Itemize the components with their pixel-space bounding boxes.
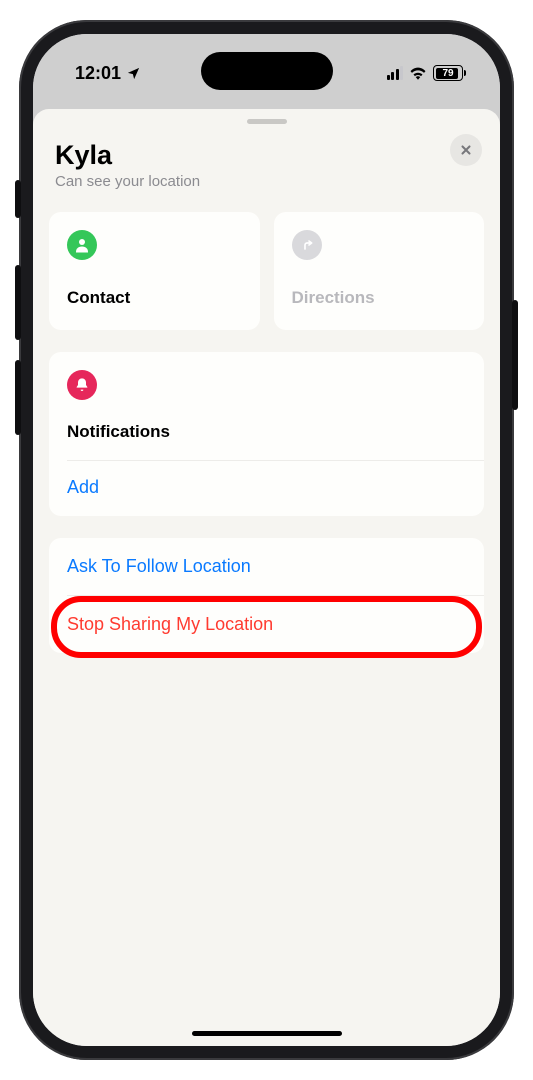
directions-card: Directions — [274, 212, 485, 330]
battery-indicator: 79 — [433, 65, 466, 81]
home-indicator[interactable] — [192, 1031, 342, 1036]
notifications-card: Notifications Add — [49, 352, 484, 516]
ask-follow-location-button[interactable]: Ask To Follow Location — [67, 538, 466, 595]
add-notification-button[interactable]: Add — [67, 461, 466, 516]
iphone-frame: 12:01 79 Kyla — [19, 20, 514, 1060]
power-button[interactable] — [512, 300, 518, 410]
wifi-icon — [409, 66, 427, 80]
bell-icon — [67, 370, 97, 400]
volume-down-button[interactable] — [15, 360, 21, 435]
directions-icon — [292, 230, 322, 260]
person-sheet: Kyla Can see your location Contact — [33, 109, 500, 1046]
directions-label: Directions — [292, 288, 467, 308]
card-row: Contact Directions — [49, 212, 484, 330]
contact-card[interactable]: Contact — [49, 212, 260, 330]
screen: 12:01 79 Kyla — [33, 34, 500, 1046]
person-name: Kyla — [55, 140, 478, 171]
battery-percentage: 79 — [442, 68, 453, 79]
silence-switch[interactable] — [15, 180, 21, 218]
location-status: Can see your location — [55, 173, 478, 190]
stop-sharing-location-button[interactable]: Stop Sharing My Location — [67, 596, 466, 653]
notifications-label: Notifications — [67, 422, 466, 460]
status-time: 12:01 — [75, 63, 121, 84]
close-button[interactable] — [450, 134, 482, 166]
person-icon — [67, 230, 97, 260]
sheet-header: Kyla Can see your location — [33, 124, 500, 212]
cellular-signal-icon — [387, 67, 404, 80]
actions-card: Ask To Follow Location Stop Sharing My L… — [49, 538, 484, 653]
volume-up-button[interactable] — [15, 265, 21, 340]
contact-label: Contact — [67, 288, 242, 308]
close-icon — [459, 143, 473, 157]
dynamic-island — [201, 52, 333, 90]
location-arrow-icon — [126, 66, 141, 81]
